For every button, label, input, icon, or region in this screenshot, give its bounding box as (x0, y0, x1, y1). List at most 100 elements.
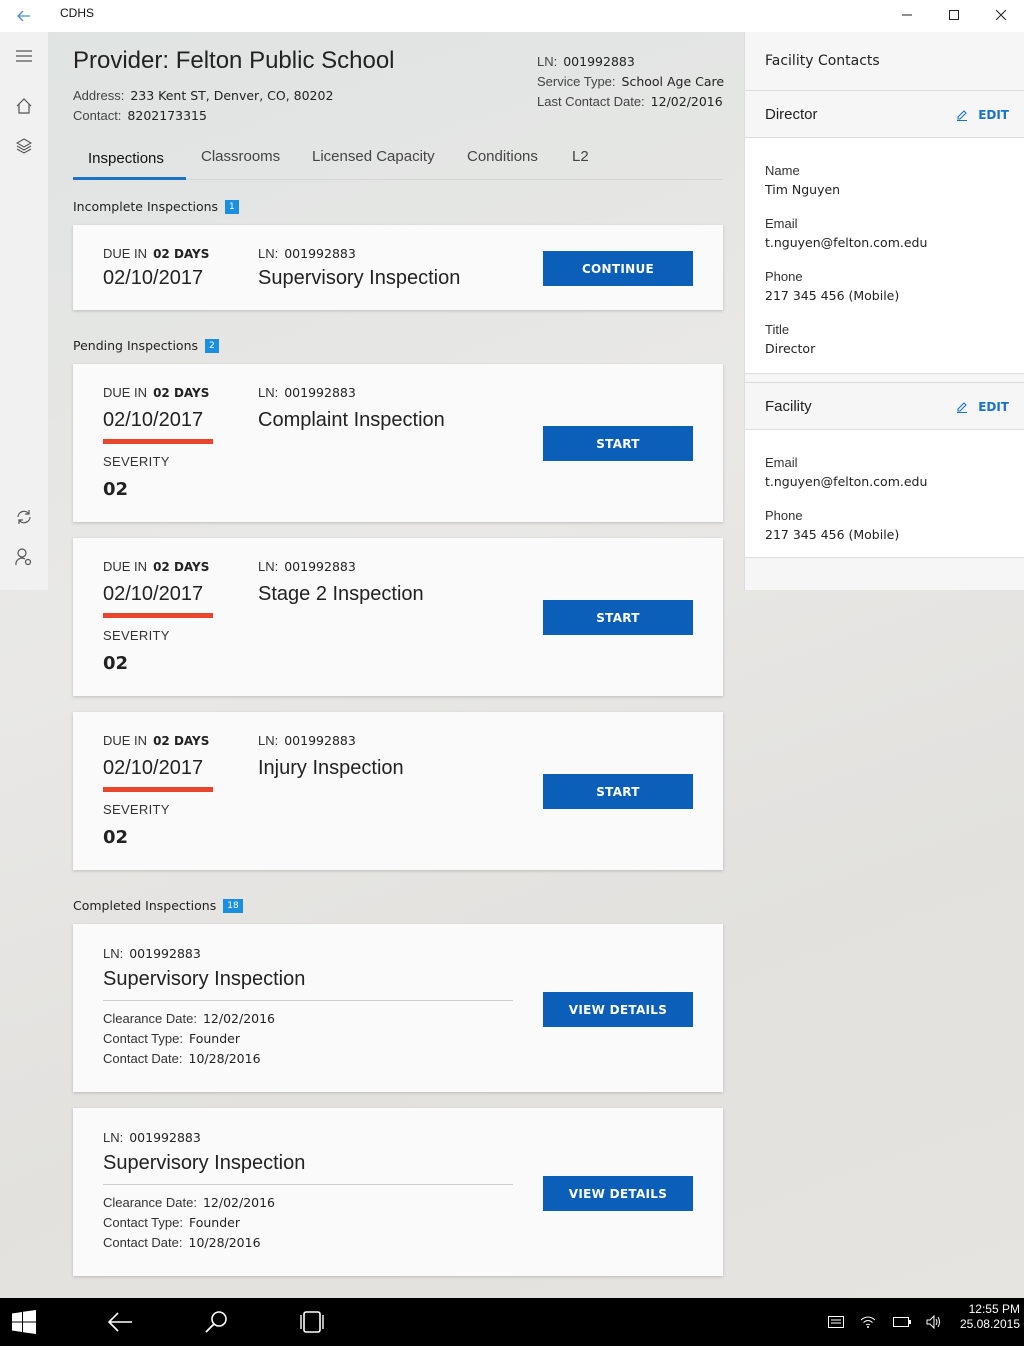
inspection-ln: LN: 001992883 (258, 559, 356, 574)
divider (103, 1184, 513, 1185)
start-button[interactable]: START (543, 426, 693, 461)
provider-address: Address: 233 Kent ST, Denver, CO, 80202 (73, 88, 334, 103)
due-in: DUE IN 02 DAYS (103, 246, 210, 261)
tab-inspections[interactable]: Inspections (88, 150, 164, 167)
due-in: DUE IN 02 DAYS (103, 733, 210, 748)
taskbar-back-button[interactable] (96, 1298, 144, 1346)
start-button[interactable]: START (543, 774, 693, 809)
facility-phone[interactable]: 217 345 456 (Mobile) (765, 527, 899, 542)
due-date: 02/10/2017 (103, 409, 204, 431)
inspection-name: Supervisory Inspection (103, 968, 306, 990)
user-settings-icon (15, 548, 32, 566)
inspection-name: Supervisory Inspection (258, 267, 461, 289)
incomplete-section-label: Incomplete Inspections 1 (73, 199, 239, 214)
provider-contact: Contact: 8202173315 (73, 108, 207, 123)
severity-label: SEVERITY (103, 802, 170, 817)
nav-user-settings[interactable] (0, 537, 48, 577)
severity-label: SEVERITY (103, 628, 170, 643)
battery-button[interactable] (892, 1298, 912, 1346)
minimize-button[interactable] (883, 0, 930, 30)
due-in: DUE IN 02 DAYS (103, 385, 210, 400)
director-name: Tim Nguyen (765, 182, 841, 197)
hamburger-button[interactable] (0, 36, 48, 76)
taskbar-clock[interactable]: 12:55 PM 25.08.2015 (960, 1302, 1020, 1332)
notification-icon (828, 1316, 844, 1328)
clearance-date: Clearance Date: 12/02/2016 (103, 1011, 275, 1026)
task-view-icon (300, 1311, 324, 1333)
director-edit-button[interactable]: EDIT (956, 108, 1009, 122)
title-bar: CDHS (0, 0, 1024, 32)
close-button[interactable] (977, 0, 1024, 30)
severity-label: SEVERITY (103, 454, 170, 469)
tab-classrooms[interactable]: Classrooms (201, 148, 280, 165)
taskbar-search-button[interactable] (192, 1298, 240, 1346)
wifi-icon (860, 1316, 876, 1328)
notification-button[interactable] (826, 1298, 846, 1346)
task-view-button[interactable] (288, 1298, 336, 1346)
incomplete-count-badge: 1 (225, 199, 239, 214)
facility-header: Facility EDIT (745, 382, 1024, 430)
back-button[interactable] (0, 0, 48, 32)
director-heading: Director (765, 106, 818, 123)
facility-details: Email t.nguyen@felton.com.edu Phone 217 … (745, 430, 1024, 558)
search-icon (205, 1311, 227, 1333)
view-details-button[interactable]: VIEW DETAILS (543, 1176, 693, 1211)
back-arrow-icon (107, 1312, 132, 1332)
tab-conditions[interactable]: Conditions (467, 148, 538, 165)
inspection-name: Supervisory Inspection (103, 1152, 306, 1174)
tab-licensed-capacity[interactable]: Licensed Capacity (312, 148, 435, 165)
director-details: Name Tim Nguyen Email t.nguyen@felton.co… (745, 138, 1024, 374)
facility-contacts-title: Facility Contacts (765, 53, 880, 69)
battery-icon (893, 1317, 911, 1327)
maximize-button[interactable] (930, 0, 977, 30)
start-button[interactable] (0, 1298, 48, 1346)
back-arrow-icon (17, 10, 30, 22)
inspection-card: DUE IN 02 DAYS 02/10/2017 LN: 001992883 Su… (73, 225, 723, 310)
tab-l2[interactable]: L2 (572, 148, 589, 165)
layers-icon (16, 138, 32, 154)
wifi-button[interactable] (858, 1298, 878, 1346)
inspection-card: DUE IN 02 DAYS 02/10/2017 SEVERITY 02 LN:… (73, 538, 723, 696)
provider-title: Provider: Felton Public School (73, 47, 395, 74)
director-title: Director (765, 341, 816, 356)
inspection-card: DUE IN 02 DAYS 02/10/2017 SEVERITY 02 LN:… (73, 364, 723, 522)
start-button[interactable]: START (543, 600, 693, 635)
director-email-label: Email (765, 216, 798, 231)
severity-value: 02 (103, 479, 129, 500)
severity-bar (103, 439, 213, 444)
divider (103, 1000, 513, 1001)
provider-service-type: Service Type: School Age Care (537, 74, 725, 89)
nav-rail (0, 32, 48, 590)
facility-email-label: Email (765, 455, 798, 470)
inspection-ln: LN: 001992883 (258, 246, 356, 261)
director-phone[interactable]: 217 345 456 (Mobile) (765, 288, 899, 303)
view-details-button[interactable]: VIEW DETAILS (543, 992, 693, 1027)
contact-type: Contact Type: Founder (103, 1215, 240, 1230)
contact-date: Contact Date: 10/28/2016 (103, 1235, 261, 1250)
completed-count-badge: 18 (223, 898, 243, 913)
volume-icon (926, 1315, 940, 1329)
nav-layers[interactable] (0, 126, 48, 166)
nav-sync[interactable] (0, 497, 48, 537)
minimize-icon (901, 14, 912, 16)
completed-inspection-card: LN: 001992883 Supervisory Inspection Clea… (73, 1108, 723, 1276)
edit-pencil-icon (957, 402, 968, 413)
due-date: 02/10/2017 (103, 267, 204, 289)
provider-ln: LN: 001992883 (537, 54, 635, 69)
inspection-ln: LN: 001992883 (258, 733, 356, 748)
continue-button[interactable]: CONTINUE (543, 251, 693, 286)
due-date: 02/10/2017 (103, 757, 204, 779)
facility-edit-button[interactable]: EDIT (956, 400, 1009, 414)
facility-email[interactable]: t.nguyen@felton.com.edu (765, 474, 927, 489)
inspection-card: DUE IN 02 DAYS 02/10/2017 SEVERITY 02 LN:… (73, 712, 723, 870)
active-tab-indicator (73, 177, 186, 180)
volume-button[interactable] (924, 1298, 944, 1346)
nav-home[interactable] (0, 86, 48, 126)
inspection-ln: LN: 001992883 (103, 1130, 201, 1145)
clock-time: 12:55 PM (968, 1302, 1020, 1316)
inspection-ln: LN: 001992883 (103, 946, 201, 961)
window-controls (883, 0, 1024, 32)
director-phone-label: Phone (765, 269, 803, 284)
contact-date: Contact Date: 10/28/2016 (103, 1051, 261, 1066)
director-email[interactable]: t.nguyen@felton.com.edu (765, 235, 927, 250)
